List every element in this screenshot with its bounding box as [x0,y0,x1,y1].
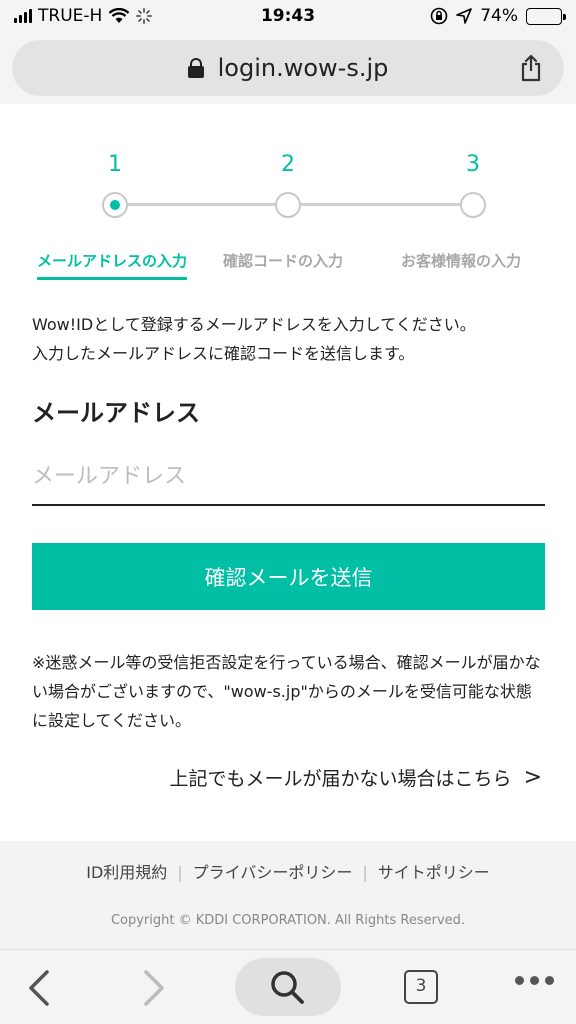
footer: ID利用規約 | プライバシーポリシー | サイトポリシー Copyright © KD… [0,841,576,949]
terms-link[interactable]: ID利用規約 [86,863,167,882]
intro-line-2: 入力したメールアドレスに確認コードを送信します。 [32,344,415,363]
registration-stepper: 1 2 3 メールアドレスの入力 確認コードの入力 お客様情報の入力 [0,140,576,280]
step-indicator-3 [460,192,486,218]
share-icon[interactable] [518,54,544,82]
forward-icon[interactable] [138,968,168,1008]
back-icon[interactable] [25,968,55,1008]
step-number-1: 1 [108,152,122,177]
browser-toolbar: 3 [0,949,576,1024]
email-field[interactable] [32,448,545,506]
address-bar[interactable]: login.wow-s.jp [12,40,564,96]
email-label: メールアドレス [32,399,200,427]
lock-icon [187,58,204,78]
status-bar: TRUE-H 19:43 74% [0,0,576,34]
browser-address-area: login.wow-s.jp [0,34,576,104]
step-indicator-1 [102,192,128,218]
tabs-button[interactable]: 3 [404,970,438,1004]
help-link-text: 上記でもメールが届かない場合はこちら [169,768,512,790]
footer-separator: | [177,863,183,882]
notice-text: ※迷惑メール等の受信拒否設定を行っている場合、確認メールが届かない場合がございま… [32,653,541,730]
location-icon [456,8,473,24]
step-number-2: 2 [281,152,295,177]
search-button[interactable] [235,958,341,1016]
intro-text: Wow!IDとして登録するメールアドレスを入力してください。 入力したメールアド… [32,310,552,368]
intro-line-1: Wow!IDとして登録するメールアドレスを入力してください。 [32,315,476,334]
copyright: Copyright © KDDI CORPORATION. All Rights… [110,913,466,928]
chevron-right-icon: > [523,765,542,790]
battery-percent: 74% [480,6,518,26]
privacy-policy-link[interactable]: プライバシーポリシー [193,863,353,882]
orientation-lock-icon [430,7,448,25]
url-text: login.wow-s.jp [217,54,389,82]
footer-links: ID利用規約 | プライバシーポリシー | サイトポリシー [0,859,576,883]
search-icon [271,971,304,1004]
step-number-3: 3 [466,152,480,177]
status-right: 74% [430,6,566,26]
step-indicator-2 [275,192,301,218]
more-options-icon[interactable] [515,976,554,985]
site-policy-link[interactable]: サイトポリシー [378,863,490,882]
send-confirmation-button[interactable]: 確認メールを送信 [32,543,545,610]
email-not-received-link[interactable]: 上記でもメールが届かない場合はこちら > [170,764,542,791]
step-label-code: 確認コードの入力 [223,252,344,270]
battery-icon [526,7,566,25]
step-label-customer-info: お客様情報の入力 [401,252,522,270]
step-label-email: メールアドレスの入力 [37,250,188,280]
footer-separator: | [362,863,368,882]
